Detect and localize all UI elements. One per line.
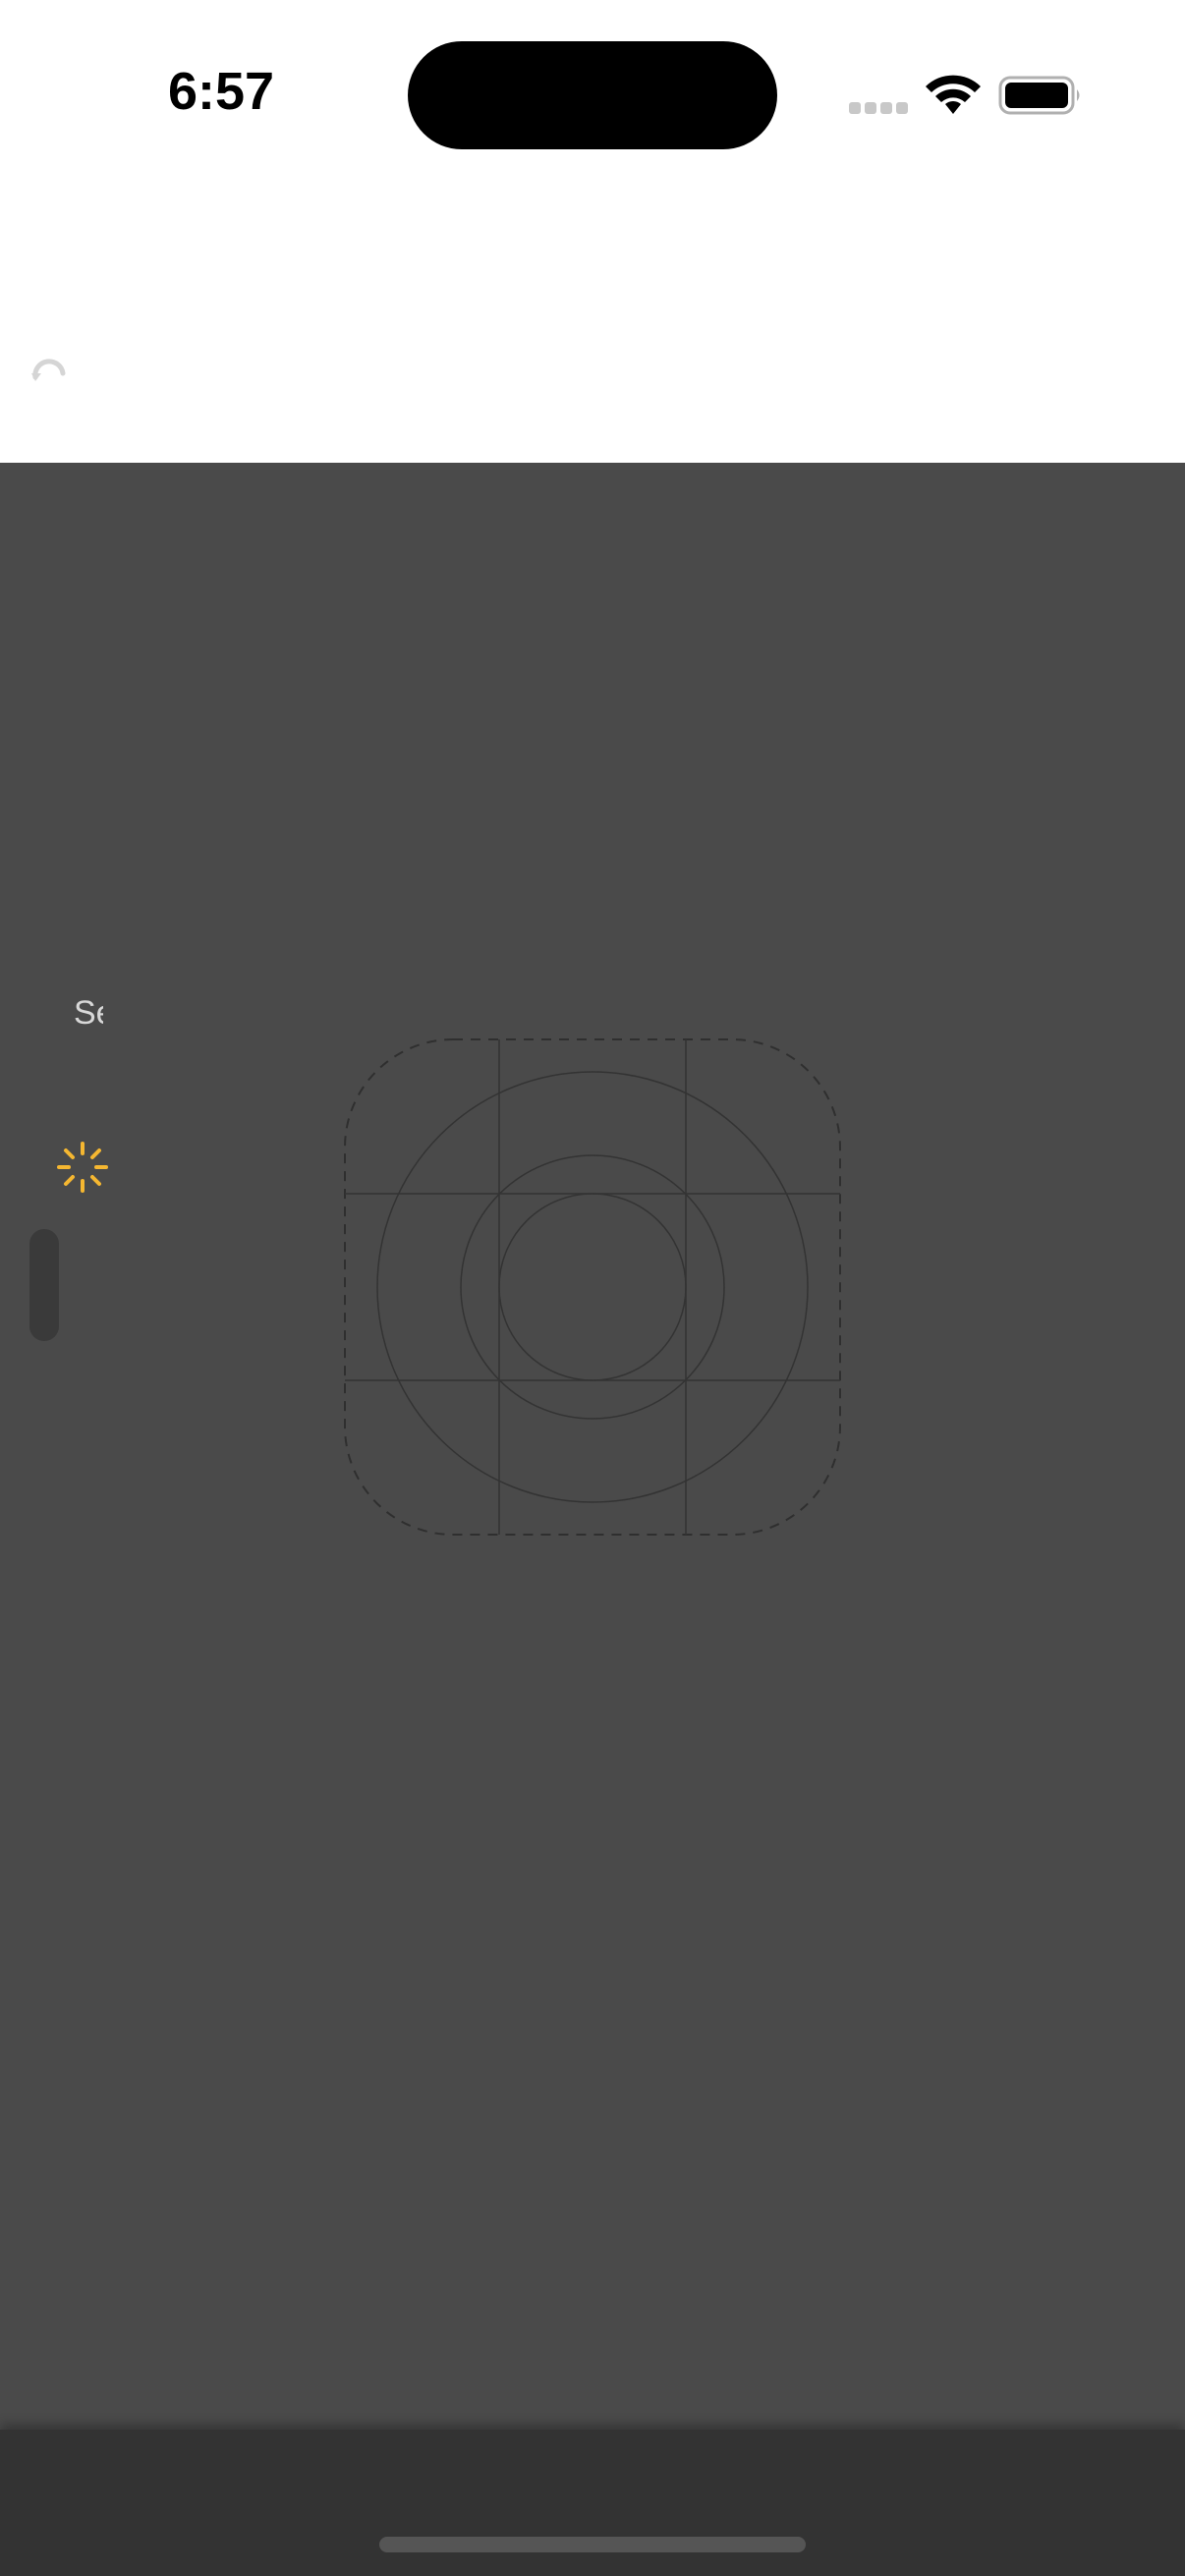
status-bar: 6:57 (0, 0, 1185, 187)
app-screen: 6:57 Se (0, 0, 1185, 2576)
loading-spinner-icon (57, 1142, 108, 1193)
drawer-handle[interactable] (29, 1229, 59, 1341)
cellular-signal-icon (849, 102, 908, 116)
side-label: Se (74, 994, 103, 1032)
refresh-icon[interactable] (29, 356, 69, 385)
header-area (0, 187, 1185, 463)
dynamic-island (408, 41, 777, 149)
wifi-icon (926, 75, 981, 114)
status-time: 6:57 (167, 62, 275, 121)
home-indicator[interactable] (379, 2537, 806, 2552)
battery-icon (998, 76, 1080, 115)
app-icon-template-grid-icon (344, 1038, 841, 1536)
bottom-bar (0, 2430, 1185, 2576)
